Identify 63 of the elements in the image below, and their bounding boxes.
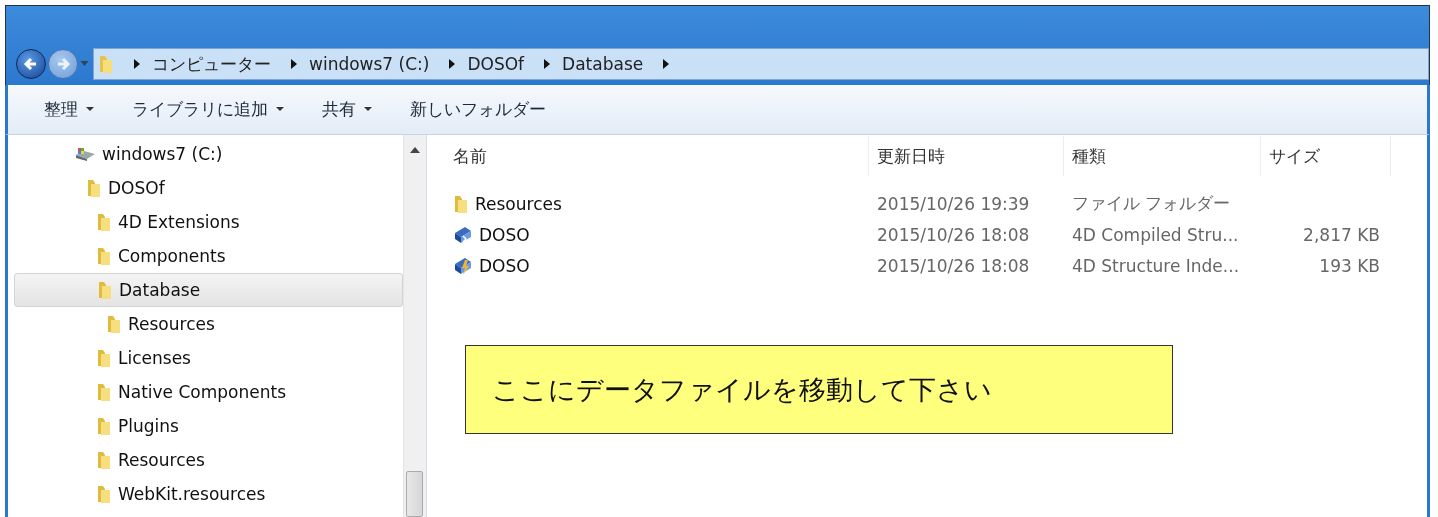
folder-icon (96, 416, 112, 436)
tree-item[interactable]: WebKit.resources (14, 477, 403, 511)
tree-item[interactable]: windows7 (C:) (14, 137, 403, 171)
tree-item[interactable]: Licenses (14, 341, 403, 375)
column-header[interactable]: 更新日時 (869, 136, 1064, 176)
breadcrumb[interactable]: DOSOf (467, 54, 525, 74)
modified-date: 2015/10/26 18:08 (877, 224, 1030, 245)
chevron-icon[interactable] (544, 59, 551, 69)
column-header[interactable]: サイズ (1261, 136, 1391, 176)
breadcrumb[interactable]: Database (562, 54, 644, 74)
scrollbar-thumb[interactable] (406, 471, 423, 517)
file-type: ファイル フォルダー (1072, 193, 1231, 213)
folder-icon (96, 382, 112, 402)
tree-item[interactable]: Resources (14, 443, 403, 477)
toolbar-button[interactable]: ライブラリに追加 (122, 92, 294, 127)
file-type: 4D Compiled Stru... (1072, 224, 1239, 245)
chevron-icon[interactable] (449, 59, 456, 69)
chevron-icon[interactable] (291, 59, 297, 69)
caret-icon[interactable] (276, 107, 284, 112)
folder-icon (96, 484, 112, 504)
folder-icon (96, 450, 112, 470)
file-size: 2,817 KB (1303, 224, 1380, 245)
caret-icon[interactable] (86, 107, 94, 112)
chevron-icon[interactable] (134, 59, 140, 69)
tree-item[interactable]: DOSOf (14, 171, 403, 205)
file-name[interactable]: DOSO (479, 255, 530, 276)
drive-icon (74, 146, 96, 162)
file-icon (453, 255, 473, 276)
address-bar[interactable]: コンピューター windows7 (C:) DOSOf Database (93, 48, 1429, 80)
column-header[interactable]: 名前 (445, 136, 869, 176)
folder-icon (96, 212, 112, 232)
folder-icon (97, 280, 113, 300)
tree-item[interactable]: Components (14, 239, 403, 273)
file-icon (453, 224, 473, 245)
folder-icon (453, 193, 469, 214)
toolbar-button[interactable]: 整理 (34, 92, 104, 127)
column-header[interactable]: 種類 (1064, 136, 1261, 176)
file-type: 4D Structure Inde... (1072, 255, 1240, 276)
toolbar-button[interactable]: 新しいフォルダー (400, 92, 556, 127)
back-button[interactable] (16, 49, 46, 79)
chevron-icon[interactable] (663, 59, 670, 69)
breadcrumb[interactable]: windows7 (C:) (309, 54, 430, 74)
file-name[interactable]: DOSO (479, 224, 530, 245)
folder-icon (106, 314, 122, 334)
breadcrumb[interactable]: コンピューター (152, 52, 271, 76)
folder-icon (96, 246, 112, 266)
tree-item[interactable]: Native Components (14, 375, 403, 409)
folder-icon (96, 348, 112, 368)
callout-note: ここにデータファイルを移動して下さい (465, 345, 1173, 434)
modified-date: 2015/10/26 19:39 (877, 193, 1030, 214)
tree-item[interactable]: 4D Extensions (14, 205, 403, 239)
folder-icon (98, 53, 114, 75)
caret-icon[interactable] (364, 107, 372, 112)
forward-button[interactable] (48, 49, 78, 79)
tree-item[interactable]: Resources (14, 307, 403, 341)
toolbar-button[interactable]: 共有 (312, 92, 382, 127)
file-name[interactable]: Resources (475, 193, 562, 214)
file-size: 193 KB (1319, 255, 1380, 276)
tree-item[interactable]: Database (14, 273, 403, 307)
scroll-up-icon[interactable] (410, 147, 420, 153)
modified-date: 2015/10/26 18:08 (877, 255, 1030, 276)
tree-item[interactable]: Plugins (14, 409, 403, 443)
folder-icon (86, 178, 102, 198)
